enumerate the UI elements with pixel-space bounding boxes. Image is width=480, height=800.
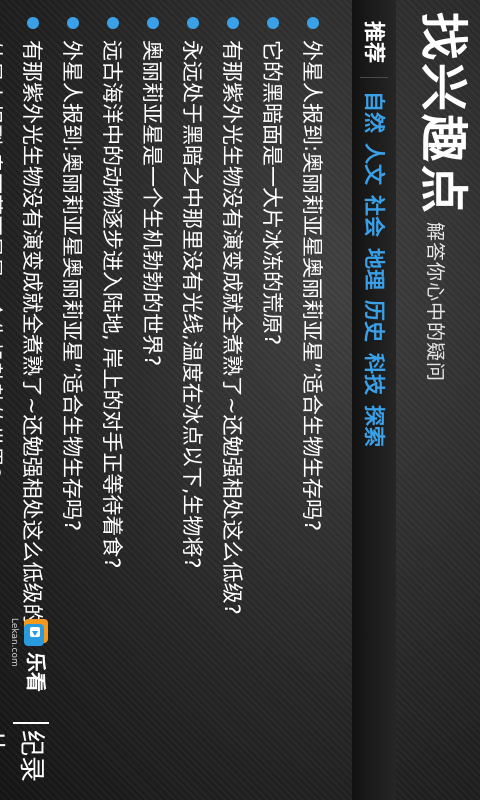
tab-recommend[interactable]: 推荐 [352, 10, 396, 74]
list-item[interactable]: 有那紫外光生物没有演变成就全煮熟了~还勉强相处这么低级? [212, 0, 252, 800]
tab-explore[interactable]: 探索 [352, 394, 396, 458]
section-label: 纪录片 [0, 730, 46, 783]
question-text: 它的黑暗面是一大片冰冻的荒原? [260, 40, 284, 346]
tv-logo-icon [24, 619, 48, 646]
bullet-icon [187, 17, 199, 29]
bullet-icon [67, 17, 79, 29]
question-text: 外星人报到:奥丽莉亚星奥丽莉亚星”适合生物生存吗? [300, 40, 324, 532]
question-text: 外星人报到:奥丽莉亚星奥丽莉亚星”适合生物生存吗? [60, 40, 84, 532]
bullet-icon [147, 17, 159, 29]
bullet-icon [27, 17, 39, 29]
bullet-icon [107, 17, 119, 29]
question-text: 奥丽莉亚星是一个生机勃勃的世界? [140, 40, 164, 367]
page-subtitle: 解答你心中的疑问 [424, 222, 446, 383]
category-tabs: 推荐 自然 人文 社会 地理 历史 科技 探索 [352, 0, 396, 800]
bullet-icon [227, 17, 239, 29]
bullet-icon [307, 17, 319, 29]
page-title: 找兴趣点 [415, 12, 471, 217]
list-item[interactable]: 它的黑暗面是一大片冰冻的荒原? [252, 0, 292, 800]
rotated-screen: 找兴趣点 解答你心中的疑问 推荐 自然 人文 社会 地理 历史 科技 探索 外星… [0, 0, 480, 800]
question-text: 永远处于黑暗之中那里没有光线,温度在冰点以下,生物将? [180, 40, 204, 569]
logo-divider [13, 722, 49, 724]
header: 找兴趣点 解答你心中的疑问 [402, 0, 480, 800]
list-item[interactable]: 外星人报到:奥丽莉亚星奥丽莉亚星”适合生物生存吗? [292, 0, 332, 800]
list-item[interactable]: 远古海洋中的动物逐步进入陆地, 岸上的对手正等待着食? [92, 0, 132, 800]
tab-divider [360, 77, 388, 78]
bullet-icon [267, 17, 279, 29]
question-text: 有那紫外光生物没有演变成就全煮熟了~还勉强相处这么低级的 [20, 40, 44, 625]
question-text: 远古海洋中的动物逐步进入陆地, 岸上的对手正等待着食? [100, 40, 124, 569]
question-text: 有那紫外光生物没有演变成就全煮熟了~还勉强相处这么低级? [220, 40, 244, 615]
list-item[interactable]: 外星人报到:奥丽莉亚星奥丽莉亚星”适合生物生存吗? [52, 0, 92, 800]
question-text: 外星人报到:奥丽莉亚星是一个生机勃勃的世界? [0, 40, 4, 479]
brand-name: 乐看 [24, 652, 48, 692]
list-item[interactable]: 奥丽莉亚星是一个生机勃勃的世界? [132, 0, 172, 800]
list-item[interactable]: 永远处于黑暗之中那里没有光线,温度在冰点以下,生物将? [172, 0, 212, 800]
brand-logo: 乐看 Lekan.com 纪录片 [0, 612, 55, 792]
brand-domain: Lekan.com [9, 618, 19, 667]
